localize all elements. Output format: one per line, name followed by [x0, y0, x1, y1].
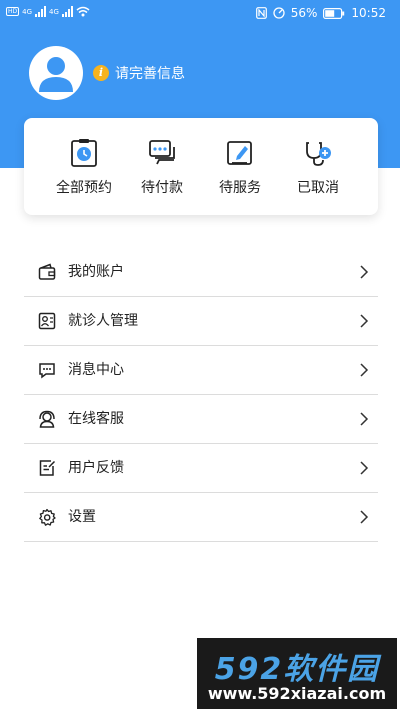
stethoscope-icon	[306, 142, 331, 166]
watermark-url: www.592xiazai.com	[207, 684, 387, 703]
menu-label: 消息中心	[68, 362, 124, 378]
network-tag: 4G	[22, 7, 33, 16]
order-label: 待付款	[141, 180, 183, 196]
info-icon: i	[93, 65, 109, 81]
menu-item-patient-management[interactable]: 就诊人管理	[24, 297, 378, 346]
avatar-silhouette-icon	[39, 57, 73, 92]
chevron-right-icon	[360, 265, 369, 279]
wifi-icon	[76, 6, 90, 17]
menu-list: 我的账户 就诊人管理 消息中心 在线客服 用户反馈 设置	[24, 248, 378, 542]
menu-label: 我的账户	[68, 264, 124, 280]
menu-item-settings[interactable]: 设置	[24, 493, 378, 542]
menu-item-message-center[interactable]: 消息中心	[24, 346, 378, 395]
signal-icon	[61, 6, 73, 17]
message-icon	[39, 363, 55, 379]
orders-card: 全部预约 待付款 待服务 已取消	[24, 118, 378, 215]
order-label: 全部预约	[56, 180, 112, 196]
order-pending-payment[interactable]: 待付款	[123, 138, 201, 197]
clock: 10:52	[351, 6, 386, 20]
battery-icon	[323, 7, 345, 19]
order-label: 已取消	[297, 180, 339, 196]
service-edit-icon	[227, 141, 252, 165]
wallet-icon	[38, 263, 56, 280]
chat-payment-icon	[149, 140, 175, 165]
chevron-right-icon	[360, 412, 369, 426]
menu-label: 设置	[68, 509, 96, 525]
complete-profile-link[interactable]: 请完善信息	[115, 65, 185, 83]
user-avatar-icon[interactable]	[29, 46, 83, 100]
menu-item-my-account[interactable]: 我的账户	[24, 248, 378, 297]
order-cancelled[interactable]: 已取消	[279, 138, 357, 197]
chevron-right-icon	[360, 510, 369, 524]
menu-label: 就诊人管理	[68, 313, 138, 329]
chevron-right-icon	[360, 461, 369, 475]
id-card-icon	[38, 312, 56, 330]
order-all-appointments[interactable]: 全部预约	[45, 138, 123, 197]
customer-service-icon	[39, 410, 55, 428]
watermark-logo: 592软件园 www.592xiazai.com	[197, 638, 397, 709]
menu-item-user-feedback[interactable]: 用户反馈	[24, 444, 378, 493]
sim-tag: HD	[6, 7, 20, 16]
network-tag: 4G	[49, 7, 59, 16]
menu-label: 在线客服	[68, 411, 124, 427]
appointment-clock-icon	[71, 139, 97, 167]
gear-icon	[39, 508, 56, 526]
status-bar: HD 4G 4G 56% 10:52	[0, 0, 400, 28]
chevron-right-icon	[360, 363, 369, 377]
chevron-right-icon	[360, 314, 369, 328]
watermark-brand: 592软件园	[214, 652, 380, 687]
battery-percent: 56%	[290, 6, 318, 20]
order-pending-service[interactable]: 待服务	[201, 138, 279, 197]
status-right: 56% 10:52	[255, 6, 386, 20]
menu-item-online-support[interactable]: 在线客服	[24, 395, 378, 444]
signal-icon	[35, 6, 47, 17]
data-saver-icon	[273, 7, 285, 19]
feedback-icon	[39, 460, 56, 476]
nfc-icon	[255, 7, 267, 19]
status-left: HD 4G 4G	[6, 6, 90, 17]
menu-label: 用户反馈	[68, 460, 124, 476]
order-label: 待服务	[219, 180, 261, 196]
